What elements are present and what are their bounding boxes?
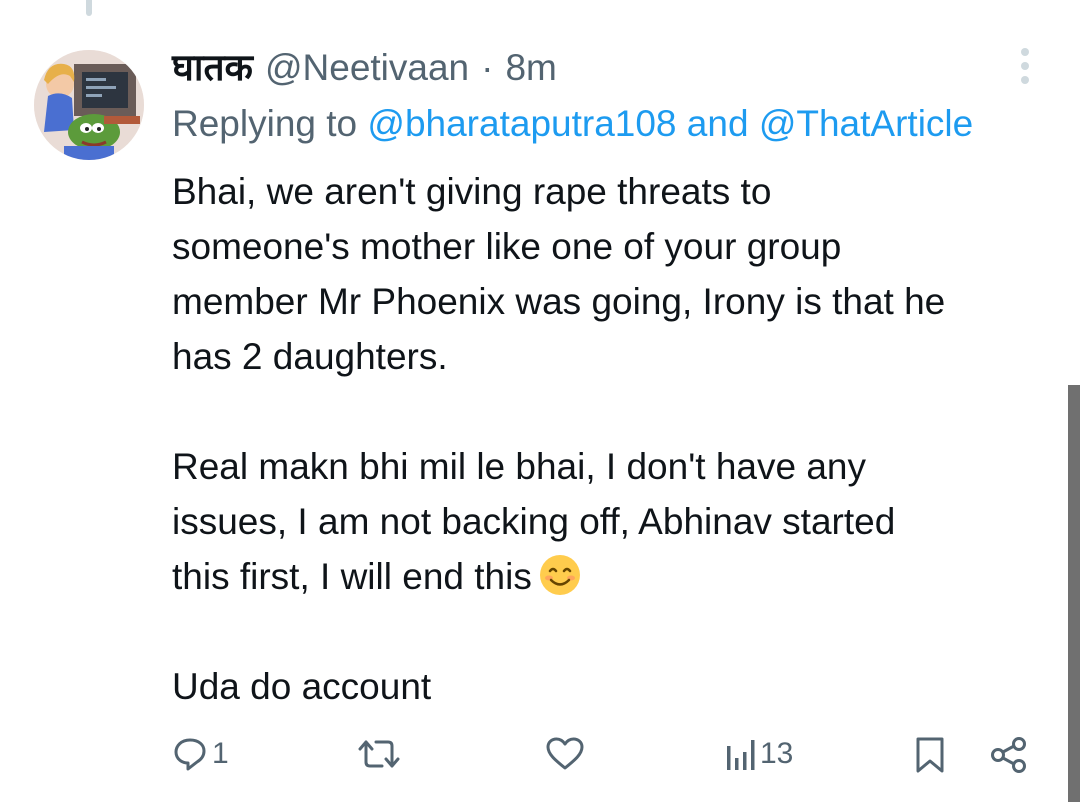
more-options-button[interactable] bbox=[1000, 44, 1050, 88]
more-vertical-icon bbox=[1021, 48, 1029, 84]
tweet-text: Bhai, we aren't giving rape threats to s… bbox=[172, 164, 1052, 714]
reply-count: 1 bbox=[212, 737, 229, 770]
replying-to: Replying to @bharataputra108 and @ThatAr… bbox=[172, 100, 973, 148]
tweet-line: member Mr Phoenix was going, Irony is th… bbox=[172, 281, 946, 322]
share-button[interactable] bbox=[990, 736, 1028, 774]
bookmark-button[interactable] bbox=[914, 736, 946, 774]
reply-mention-1[interactable]: @bharataputra108 bbox=[367, 103, 676, 144]
timestamp[interactable]: 8m bbox=[505, 44, 556, 92]
reply-icon bbox=[174, 738, 206, 771]
bookmark-icon bbox=[916, 737, 944, 773]
views-button[interactable]: 13 bbox=[726, 736, 793, 772]
tweet-line: this first, I will end this bbox=[172, 556, 532, 597]
views-bar-chart-icon bbox=[727, 740, 755, 770]
like-button[interactable] bbox=[545, 736, 585, 772]
tweet-actions: 1 13 bbox=[0, 730, 1080, 786]
user-handle[interactable]: @Neetivaan bbox=[265, 44, 469, 92]
reply-conjunction: and bbox=[686, 103, 749, 144]
share-icon bbox=[991, 737, 1026, 773]
retweet-button[interactable] bbox=[358, 736, 400, 772]
tweet-line: issues, I am not backing off, Abhinav st… bbox=[172, 501, 896, 542]
avatar[interactable] bbox=[34, 50, 144, 160]
retweet-icon bbox=[358, 740, 400, 768]
views-count: 13 bbox=[760, 737, 794, 770]
reply-button[interactable]: 1 bbox=[172, 736, 229, 772]
display-name[interactable]: घातक bbox=[172, 44, 253, 92]
reply-mention-2[interactable]: @ThatArticle bbox=[759, 103, 973, 144]
tweet-line: someone's mother like one of your group bbox=[172, 226, 842, 267]
tweet-header: घातक @Neetivaan · 8m bbox=[172, 44, 990, 92]
separator-dot: · bbox=[481, 47, 494, 88]
avatar-image bbox=[34, 50, 144, 160]
replying-prefix: Replying to bbox=[172, 103, 358, 144]
heart-icon bbox=[546, 737, 584, 770]
tweet-line: Real makn bhi mil le bhai, I don't have … bbox=[172, 446, 867, 487]
tweet-line: Bhai, we aren't giving rape threats to bbox=[172, 171, 772, 212]
thread-line bbox=[86, 0, 92, 16]
tweet-line-with-emoji: this first, I will end this bbox=[172, 549, 1052, 604]
tweet-line: Uda do account bbox=[172, 666, 432, 707]
tweet-line: has 2 daughters. bbox=[172, 336, 448, 377]
smiling-face-emoji-icon bbox=[539, 555, 580, 595]
